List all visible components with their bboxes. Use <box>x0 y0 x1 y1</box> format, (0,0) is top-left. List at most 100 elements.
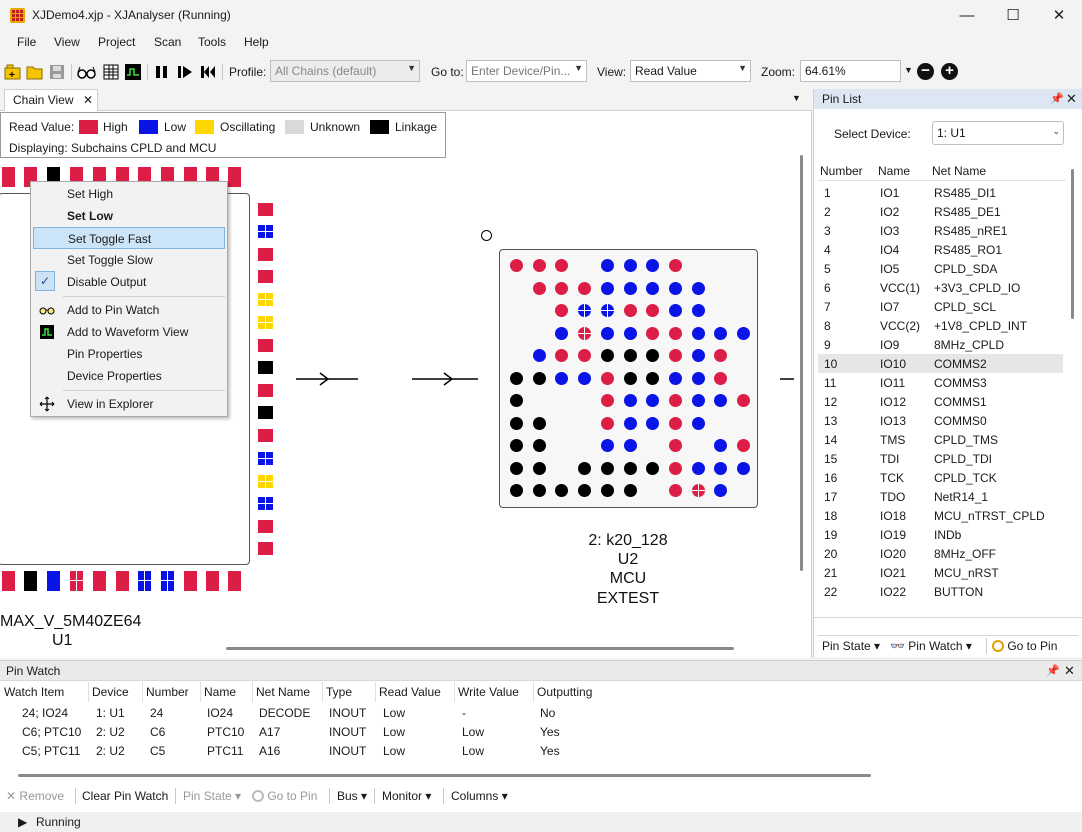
bga-ball[interactable] <box>691 461 705 475</box>
pin[interactable] <box>70 571 83 591</box>
open-folder-icon[interactable] <box>26 63 44 81</box>
zoom-input[interactable]: 64.61% <box>800 60 901 82</box>
monitor-menu[interactable]: Monitor ▾ <box>382 789 431 803</box>
pin[interactable] <box>258 225 273 238</box>
bga-ball[interactable] <box>691 484 705 497</box>
bga-ball[interactable] <box>714 394 728 407</box>
pin-list-row[interactable]: 22 IO22 BUTTON <box>818 582 1063 601</box>
bga-ball[interactable] <box>737 439 750 452</box>
bga-ball[interactable] <box>600 259 614 272</box>
menu-item-set-high[interactable]: Set High <box>33 183 225 205</box>
column-divider[interactable] <box>88 682 89 702</box>
bga-ball[interactable] <box>600 304 614 317</box>
column-divider[interactable] <box>454 682 455 702</box>
pin[interactable] <box>258 270 273 283</box>
pin[interactable] <box>2 167 15 187</box>
bga-ball[interactable] <box>623 281 637 295</box>
pin-list-row[interactable]: 2 IO2 RS485_DE1 <box>818 202 1063 221</box>
select-device-dropdown[interactable]: 1: U1 ⌄ <box>932 121 1064 145</box>
menu-item-disable-output[interactable]: Disable Output <box>33 271 225 293</box>
pin[interactable] <box>258 361 273 374</box>
bga-ball[interactable] <box>623 371 637 385</box>
bga-ball[interactable] <box>623 349 637 362</box>
bga-ball[interactable] <box>668 371 682 385</box>
bga-ball[interactable] <box>714 349 728 362</box>
pin-list-row[interactable]: 18 IO18 MCU_nTRST_CPLD <box>818 506 1063 525</box>
pin[interactable] <box>116 571 129 591</box>
pin-list-row[interactable]: 7 IO7 CPLD_SCL <box>818 297 1063 316</box>
pin[interactable] <box>258 384 273 397</box>
bga-ball[interactable] <box>691 304 705 317</box>
bga-ball[interactable] <box>555 484 569 497</box>
bga-ball[interactable] <box>532 371 546 385</box>
bga-ball[interactable] <box>600 394 614 407</box>
menu-scan[interactable]: Scan <box>154 35 181 49</box>
bga-ball[interactable] <box>737 394 750 407</box>
bga-ball[interactable] <box>555 326 569 340</box>
pin-watch-horizontal-scrollbar[interactable] <box>18 774 871 777</box>
pin-watch-row[interactable]: 24; IO24 1: U1 24 IO24 DECODE INOUT Low - No <box>0 704 1082 723</box>
pin-watch-menu[interactable]: 👓 Pin Watch ▾ <box>890 639 972 653</box>
bga-ball[interactable] <box>600 371 614 385</box>
chain-view-canvas[interactable]: Read Value: High Low Oscillating Unknown… <box>0 111 812 658</box>
bga-ball[interactable] <box>668 349 682 362</box>
menu-tools[interactable]: Tools <box>198 35 226 49</box>
pin[interactable] <box>138 571 151 591</box>
pin[interactable] <box>258 406 273 419</box>
column-divider[interactable] <box>375 682 376 702</box>
go-to-pin-button[interactable]: Go to Pin <box>252 789 317 803</box>
bga-ball[interactable] <box>623 304 637 317</box>
column-header-watch-item[interactable]: Watch Item <box>4 685 64 699</box>
bga-ball[interactable] <box>668 439 682 452</box>
menu-item-add-to-waveform-view[interactable]: Add to Waveform View <box>33 321 225 343</box>
menu-item-set-low[interactable]: Set Low <box>33 205 225 227</box>
menu-item-add-to-pin-watch[interactable]: Add to Pin Watch <box>33 299 225 321</box>
horizontal-scrollbar[interactable] <box>226 647 734 650</box>
step-forward-icon[interactable] <box>176 63 194 81</box>
bus-menu[interactable]: Bus ▾ <box>337 789 367 803</box>
pin-list-row[interactable]: 4 IO4 RS485_RO1 <box>818 240 1063 259</box>
bga-ball[interactable] <box>714 371 728 385</box>
pause-icon[interactable] <box>153 63 171 81</box>
column-header-number[interactable]: Number <box>820 164 863 178</box>
device-u2-body[interactable] <box>499 249 758 508</box>
bga-ball[interactable] <box>532 416 546 430</box>
pin-list-row[interactable]: 14 TMS CPLD_TMS <box>818 430 1063 449</box>
column-header-number[interactable]: Number <box>146 685 189 699</box>
bga-ball[interactable] <box>714 484 728 497</box>
bga-ball[interactable] <box>532 461 546 475</box>
pin[interactable] <box>2 571 15 591</box>
bga-ball[interactable] <box>578 304 592 317</box>
column-header-outputting[interactable]: Outputting <box>537 685 592 699</box>
bga-ball[interactable] <box>623 394 637 407</box>
pin-list-row[interactable]: 20 IO20 8MHz_OFF <box>818 544 1063 563</box>
bga-ball[interactable] <box>510 416 523 430</box>
bga-ball[interactable] <box>510 259 523 272</box>
bga-ball[interactable] <box>714 461 728 475</box>
pin-list-row[interactable]: 9 IO9 8MHz_CPLD <box>818 335 1063 354</box>
new-project-icon[interactable]: + <box>4 63 22 81</box>
remove-button[interactable]: ✕ Remove <box>6 789 64 803</box>
menu-item-device-properties[interactable]: Device Properties <box>33 365 225 387</box>
bga-ball[interactable] <box>555 349 569 362</box>
register-grid-icon[interactable] <box>102 63 120 81</box>
bga-ball[interactable] <box>623 259 637 272</box>
bga-ball[interactable] <box>691 371 705 385</box>
pin[interactable] <box>93 571 106 591</box>
pin-list-row[interactable]: 13 IO13 COMMS0 <box>818 411 1063 430</box>
pin-list-scrollbar[interactable] <box>1071 169 1074 319</box>
close-icon[interactable]: ✕ <box>1066 91 1077 107</box>
bga-ball[interactable] <box>668 416 682 430</box>
pin[interactable] <box>258 293 273 306</box>
pin[interactable] <box>228 571 241 591</box>
pin-list-row[interactable]: 6 VCC(1) +3V3_CPLD_IO <box>818 278 1063 297</box>
menu-item-set-toggle-slow[interactable]: Set Toggle Slow <box>33 249 225 271</box>
bga-ball[interactable] <box>646 326 660 340</box>
bga-ball[interactable] <box>737 461 750 475</box>
bga-ball[interactable] <box>646 461 660 475</box>
bga-ball[interactable] <box>668 461 682 475</box>
bga-ball[interactable] <box>646 349 660 362</box>
column-header-type[interactable]: Type <box>326 685 352 699</box>
bga-ball[interactable] <box>510 394 523 407</box>
bga-ball[interactable] <box>600 281 614 295</box>
